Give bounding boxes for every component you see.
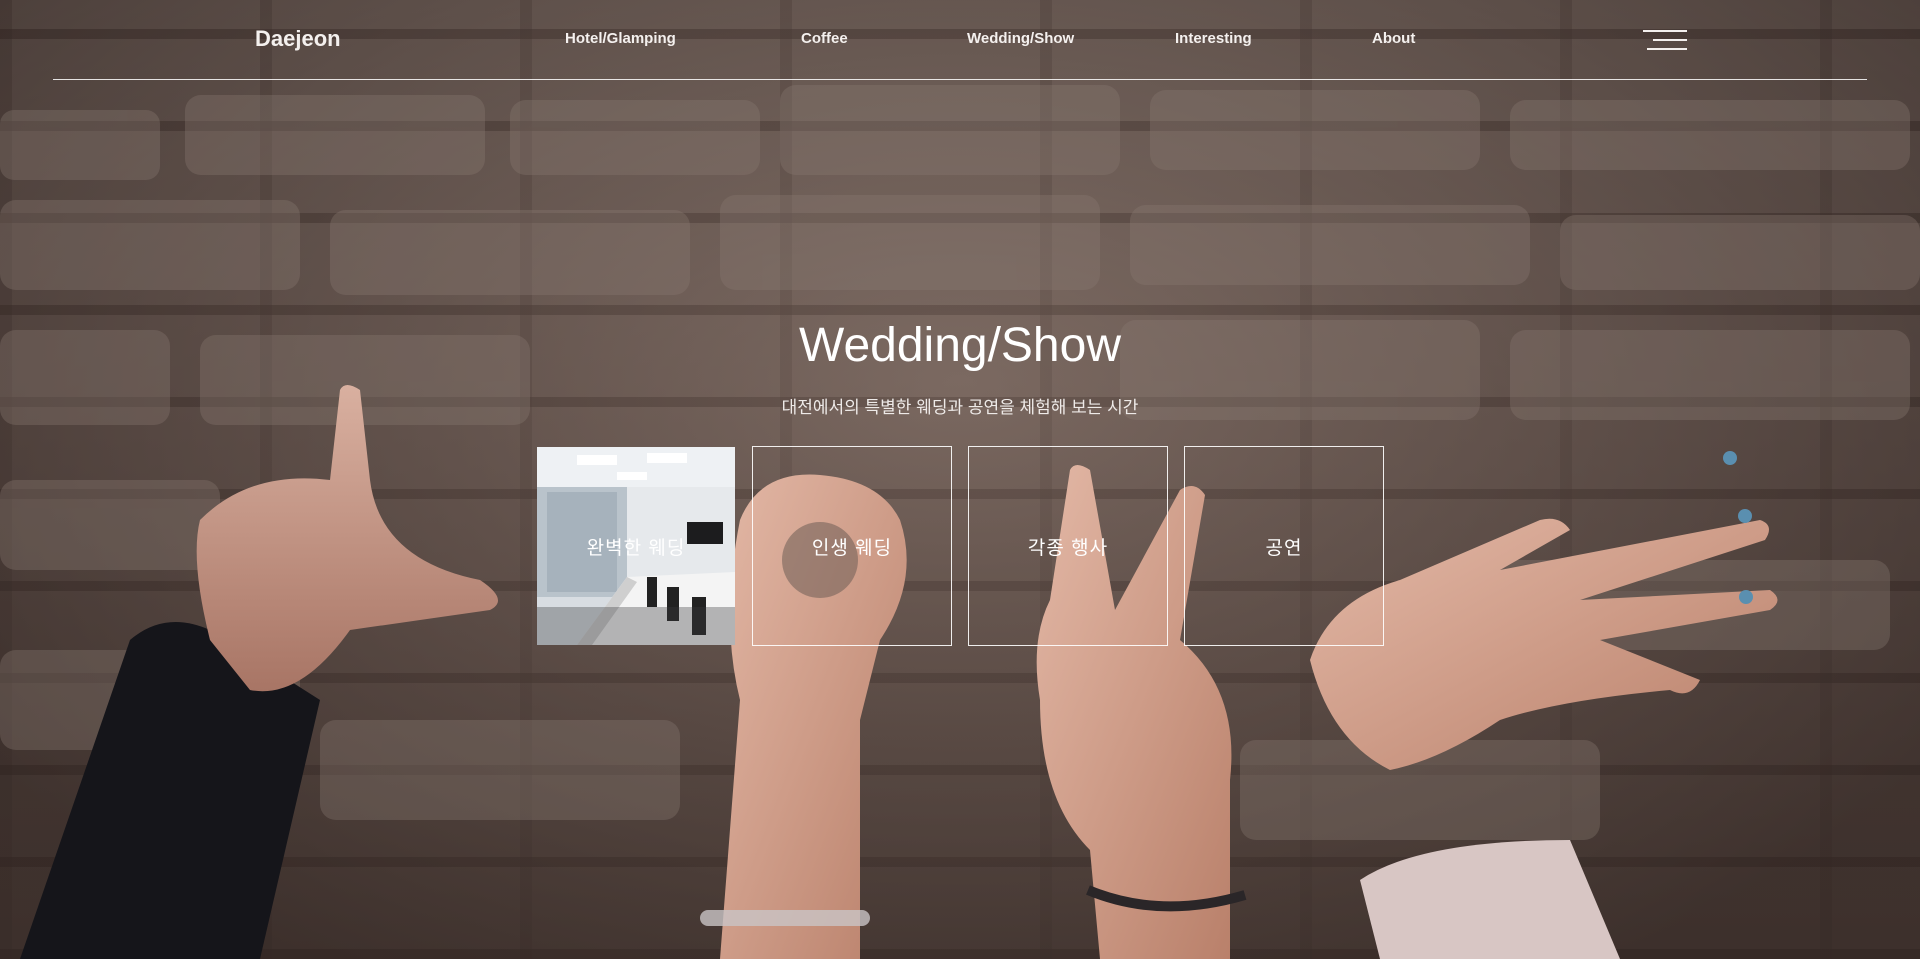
- card-label: 공연: [1265, 537, 1303, 559]
- site-header: Daejeon Hotel/Glamping Coffee Wedding/Sh…: [53, 0, 1867, 80]
- hamburger-menu-icon[interactable]: [1643, 28, 1687, 52]
- menu-line-bottom: [1647, 48, 1687, 50]
- card-label: 각종 행사: [1027, 537, 1109, 559]
- menu-line-middle: [1653, 39, 1687, 41]
- card-various-events[interactable]: 각종 행사: [968, 446, 1168, 646]
- nav-item-hotel-glamping[interactable]: Hotel/Glamping: [565, 30, 801, 47]
- page-subtitle: 대전에서의 특별한 웨딩과 공연을 체험해 보는 시간: [781, 398, 1139, 417]
- main-nav: Hotel/Glamping Coffee Wedding/Show Inter…: [565, 30, 1452, 47]
- menu-line-top: [1643, 30, 1687, 32]
- nav-item-coffee[interactable]: Coffee: [801, 30, 967, 47]
- nav-item-wedding-show[interactable]: Wedding/Show: [967, 30, 1175, 47]
- card-label: 완벽한 웨딩: [586, 537, 686, 559]
- site-logo[interactable]: Daejeon: [255, 26, 341, 52]
- category-cards: 완벽한 웨딩 인생 웨딩 각종 행사 공연: [536, 446, 1385, 646]
- card-perfect-wedding[interactable]: 완벽한 웨딩: [536, 446, 736, 646]
- nav-item-about[interactable]: About: [1372, 30, 1452, 47]
- page: Daejeon Hotel/Glamping Coffee Wedding/Sh…: [0, 0, 1920, 959]
- card-label: 인생 웨딩: [811, 537, 893, 559]
- nav-item-interesting[interactable]: Interesting: [1175, 30, 1372, 47]
- page-title: Wedding/Show: [799, 319, 1121, 372]
- card-performance[interactable]: 공연: [1184, 446, 1384, 646]
- card-life-wedding[interactable]: 인생 웨딩: [752, 446, 952, 646]
